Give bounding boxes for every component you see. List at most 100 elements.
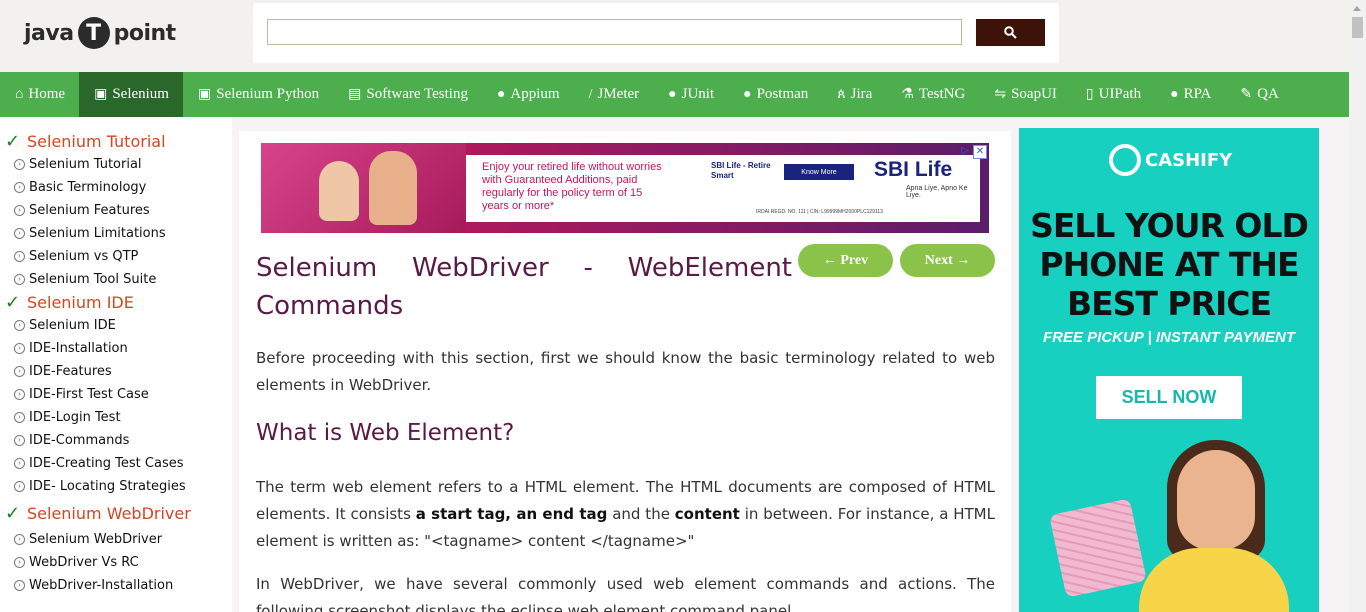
site-header: java T point [0,0,1366,72]
scroll-up-arrow-icon[interactable] [1353,6,1361,11]
home-icon: ⌂ [15,86,24,102]
ad-person [319,161,359,221]
search-icon [1004,26,1017,39]
sidebar-item[interactable]: › IDE- Locating Strategies [0,475,232,498]
sidebar-section-selenium-ide[interactable]: ✓ Selenium IDE [5,291,232,314]
nav-label: Selenium Python [216,86,320,102]
jira-icon: ጰ [837,86,846,102]
ad-know-more-button[interactable]: Know More [784,164,854,180]
sidebar-item-label: IDE- Locating Strategies [29,479,186,494]
ad-headline: SELL YOUR OLD PHONE AT THE BEST PRICE [1030,206,1309,323]
sidebar-item[interactable]: › Selenium Tutorial [0,153,232,176]
sell-now-button[interactable]: SELL NOW [1096,376,1242,419]
ad-brand-text: SBI Life [874,158,953,181]
javatpoint-logo[interactable]: java T point [24,16,176,50]
section-title: Selenium IDE [27,293,134,312]
logo-text-left: java [24,20,74,46]
nav-testng[interactable]: ⚗ TestNG [886,72,979,117]
sidebar-item[interactable]: › Selenium Limitations [0,222,232,245]
sidebar-item-label: IDE-Commands [29,433,130,448]
nav-label: RPA [1183,86,1212,102]
main-nav: ⌂ Home ▣ Selenium ▣ Selenium Python ▤ Softwa… [0,72,1349,117]
sidebar-item[interactable]: › IDE-Installation [0,337,232,360]
ad-subline: FREE PICKUP | INSTANT PAYMENT [1043,329,1295,346]
prev-button[interactable]: ← Prev [798,244,893,277]
nav-jmeter[interactable]: / JMeter [574,72,654,117]
main-content: Enjoy your retired life without worries … [239,131,1011,612]
selenium-icon: ▣ [197,87,212,102]
sidebar-item[interactable]: › Selenium Tool Suite [0,268,232,291]
cashify-logo: CASHIFY [1109,144,1232,176]
sidebar-item-label: WebDriver Vs RC [29,555,139,570]
arrow-bullet-icon: › [14,435,25,446]
check-icon: ✓ [5,131,21,151]
nav-junit[interactable]: ● JUnit [653,72,728,117]
side-ad-cashify[interactable]: CASHIFY SELL YOUR OLD PHONE AT THE BEST … [1019,128,1319,612]
logo-text-right: point [113,20,177,46]
nav-soapui[interactable]: ⇋ SoapUI [979,72,1071,117]
sidebar-item[interactable]: › IDE-Login Test [0,406,232,429]
ad-message: Enjoy your retired life without worries … [482,161,662,212]
sidebar-item[interactable]: › IDE-First Test Case [0,383,232,406]
sidebar-item[interactable]: › Selenium Features [0,199,232,222]
nav-home[interactable]: ⌂ Home [0,72,79,117]
sidebar-item[interactable]: › Selenium vs QTP [0,245,232,268]
ad-model-body [1139,548,1289,612]
nav-postman[interactable]: ● Postman [728,72,822,117]
arrow-bullet-icon: › [14,159,25,170]
nav-qa[interactable]: ✎ QA [1225,72,1292,117]
banner-ad[interactable]: Enjoy your retired life without worries … [261,143,989,233]
sidebar-item[interactable]: › Selenium IDE [0,314,232,337]
ad-tagline: Apna Liye, Apno Ke Liye. [906,185,968,199]
sidebar-section-selenium-webdriver[interactable]: ✓ Selenium WebDriver [5,502,232,525]
sidebar-item[interactable]: › Selenium WebDriver [0,528,232,551]
nav-label: Jira [850,86,873,102]
sidebar-item[interactable]: › WebDriver-Installation [0,574,232,597]
ad-close-icon[interactable]: ✕ [973,145,987,159]
junit-icon: ● [668,86,677,102]
uipath-icon: ▯ [1085,87,1094,102]
soapui-icon: ⇋ [994,87,1007,102]
nav-jira[interactable]: ጰ Jira [822,72,886,117]
search-bar [253,3,1059,63]
sidebar-item-label: Selenium Tutorial [29,157,142,172]
sidebar-item-label: Selenium Limitations [29,226,166,241]
search-input[interactable] [267,19,962,45]
sidebar-item[interactable]: › IDE-Creating Test Cases [0,452,232,475]
arrow-bullet-icon: › [14,389,25,400]
nav-selenium[interactable]: ▣ Selenium [79,72,183,117]
arrow-bullet-icon: › [14,557,25,568]
ad-info-icon[interactable]: ▷ [959,145,971,157]
nav-uipath[interactable]: ▯ UIPath [1071,72,1155,117]
sidebar-item-label: IDE-Installation [29,341,128,356]
nav-label: UIPath [1098,86,1142,102]
ad-brand: SBI Life [874,158,952,182]
sidebar-item[interactable]: › IDE-Features [0,360,232,383]
sidebar-item-label: Selenium vs QTP [29,249,139,264]
definition-paragraph: The term web element refers to a HTML el… [256,474,995,555]
nav-software-testing[interactable]: ▤ Software Testing [333,72,482,117]
sidebar-item[interactable]: › IDE-Commands [0,429,232,452]
arrow-bullet-icon: › [14,274,25,285]
sidebar-section-selenium-tutorial[interactable]: ✓ Selenium Tutorial [5,130,232,153]
bold-text: content [674,505,740,523]
ad-panel: Enjoy your retired life without worries … [466,155,980,222]
nav-label: JUnit [681,86,715,102]
search-button[interactable] [976,19,1045,46]
ad-fineprint: IRDAI REGD. NO. 111 | CIN: L99999MH2000P… [756,209,883,215]
arrow-bullet-icon: › [14,228,25,239]
nav-rpa[interactable]: ● RPA [1155,72,1225,117]
sidebar-item[interactable]: › WebDriver Vs RC [0,551,232,574]
sidebar-item-label: Selenium IDE [29,318,116,333]
arrow-bullet-icon: › [14,580,25,591]
check-icon: ✓ [5,292,21,312]
sidebar: ✓ Selenium Tutorial › Selenium Tutorial › B… [0,117,232,612]
nav-selenium-python[interactable]: ▣ Selenium Python [183,72,333,117]
arrow-bullet-icon: › [14,534,25,545]
scrollbar-thumb[interactable] [1352,17,1363,38]
sidebar-item-label: Selenium WebDriver [29,532,163,547]
page-scrollbar[interactable] [1349,0,1366,612]
nav-appium[interactable]: ● Appium [482,72,574,117]
next-button[interactable]: Next → [900,244,995,277]
sidebar-item[interactable]: › Basic Terminology [0,176,232,199]
